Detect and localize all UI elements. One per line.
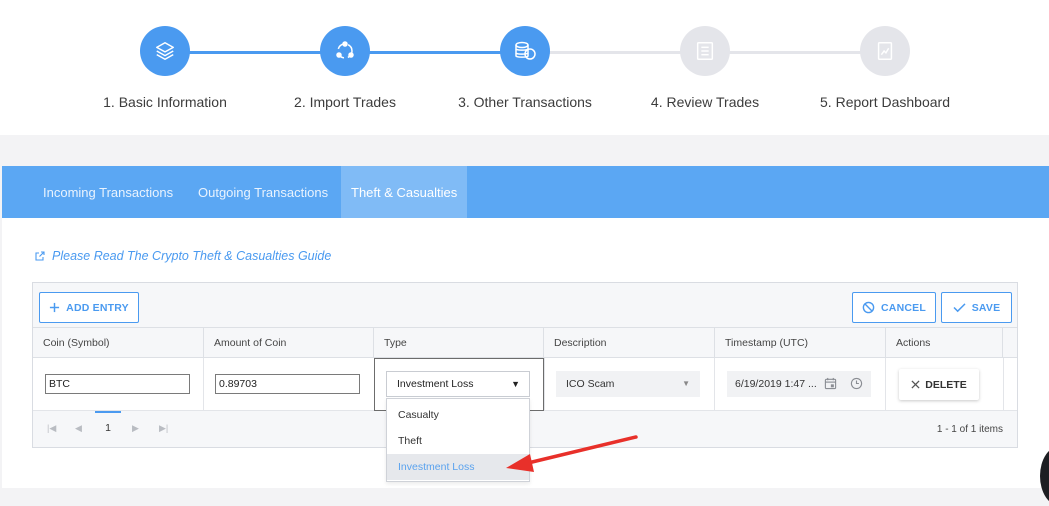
timestamp-picker[interactable]: 6/19/2019 1:47 ... bbox=[727, 371, 871, 397]
check-icon bbox=[953, 303, 966, 313]
first-page-icon[interactable]: |◀ bbox=[47, 423, 56, 434]
step-1-label: 1. Basic Information bbox=[103, 94, 227, 110]
save-label: SAVE bbox=[971, 301, 1001, 314]
save-button[interactable]: SAVE bbox=[941, 292, 1012, 323]
step-connector-4 bbox=[705, 51, 885, 54]
share-nodes-icon bbox=[336, 41, 354, 59]
description-value: ICO Scam bbox=[566, 378, 615, 390]
step-connector-1 bbox=[165, 51, 345, 54]
list-icon bbox=[696, 42, 714, 60]
step-5-label: 5. Report Dashboard bbox=[820, 94, 950, 110]
column-divider bbox=[1003, 358, 1004, 411]
column-header-amount[interactable]: Amount of Coin bbox=[204, 328, 374, 358]
column-divider bbox=[203, 358, 204, 411]
step-5-button[interactable] bbox=[860, 26, 910, 76]
type-select[interactable]: Investment Loss ▼ bbox=[386, 371, 530, 397]
type-select-value: Investment Loss bbox=[397, 378, 474, 390]
tab-theft-casualties[interactable]: Theft & Casualties bbox=[341, 166, 467, 218]
external-link-icon bbox=[35, 251, 45, 261]
step-4-label: 4. Review Trades bbox=[650, 94, 760, 110]
option-casualty[interactable]: Casualty bbox=[387, 402, 529, 428]
timestamp-value: 6/19/2019 1:47 ... bbox=[735, 378, 817, 390]
step-1-button[interactable] bbox=[140, 26, 190, 76]
step-4-button[interactable] bbox=[680, 26, 730, 76]
step-2-label: 2. Import Trades bbox=[294, 94, 396, 110]
last-page-icon[interactable]: ▶| bbox=[159, 423, 168, 434]
previous-page-icon[interactable]: ◀ bbox=[75, 423, 82, 434]
layers-icon bbox=[156, 42, 174, 60]
plus-icon bbox=[50, 302, 60, 313]
step-connector-3 bbox=[525, 51, 705, 54]
caret-down-icon: ▼ bbox=[511, 379, 520, 389]
column-header-description[interactable]: Description bbox=[544, 328, 715, 358]
column-divider bbox=[885, 358, 886, 411]
column-divider bbox=[544, 358, 545, 411]
calendar-icon[interactable] bbox=[824, 377, 837, 390]
column-header-actions: Actions bbox=[886, 328, 1003, 358]
grid-toolbar: ADD ENTRY CANCEL SAVE bbox=[33, 283, 1017, 328]
page-number-button[interactable]: 1 bbox=[95, 411, 121, 441]
close-icon bbox=[911, 380, 920, 389]
column-header-timestamp[interactable]: Timestamp (UTC) bbox=[715, 328, 886, 358]
tab-outgoing-transactions[interactable]: Outgoing Transactions bbox=[186, 166, 336, 218]
transaction-tabs: Incoming Transactions Outgoing Transacti… bbox=[2, 166, 1049, 218]
column-header-type[interactable]: Type bbox=[374, 328, 544, 358]
column-header-coin[interactable]: Coin (Symbol) bbox=[33, 328, 204, 358]
add-entry-label: ADD ENTRY bbox=[66, 301, 129, 314]
coins-stack-icon bbox=[515, 41, 536, 60]
pagination-summary: 1 - 1 of 1 items bbox=[936, 424, 1003, 435]
step-2-button[interactable] bbox=[320, 26, 370, 76]
delete-button[interactable]: DELETE bbox=[899, 369, 979, 400]
step-connector-2 bbox=[345, 51, 525, 54]
clock-icon[interactable] bbox=[850, 377, 863, 390]
next-page-icon[interactable]: ▶ bbox=[132, 423, 139, 434]
tab-incoming-transactions[interactable]: Incoming Transactions bbox=[31, 166, 175, 218]
delete-label: DELETE bbox=[925, 378, 967, 391]
step-3-label: 3. Other Transactions bbox=[458, 94, 592, 110]
cancel-label: CANCEL bbox=[881, 301, 926, 314]
chart-report-icon bbox=[877, 42, 893, 60]
step-3-button[interactable] bbox=[500, 26, 550, 76]
caret-down-icon: ▼ bbox=[682, 379, 690, 388]
cancel-button[interactable]: CANCEL bbox=[852, 292, 936, 323]
cancel-icon bbox=[862, 301, 875, 314]
add-entry-button[interactable]: ADD ENTRY bbox=[39, 292, 139, 323]
amount-input[interactable]: 0.89703 bbox=[215, 374, 360, 394]
guide-link[interactable]: Please Read The Crypto Theft & Casualtie… bbox=[34, 249, 331, 263]
guide-link-text: Please Read The Crypto Theft & Casualtie… bbox=[52, 249, 332, 263]
annotation-arrow bbox=[506, 435, 638, 472]
column-divider bbox=[714, 358, 715, 411]
coin-symbol-input[interactable]: BTC bbox=[45, 374, 190, 394]
grid-header-row: Coin (Symbol) Amount of Coin Type Descri… bbox=[33, 328, 1017, 358]
description-select[interactable]: ICO Scam ▼ bbox=[556, 371, 700, 397]
wizard-stepper: 1. Basic Information 2. Import Trades 3.… bbox=[0, 0, 1049, 135]
